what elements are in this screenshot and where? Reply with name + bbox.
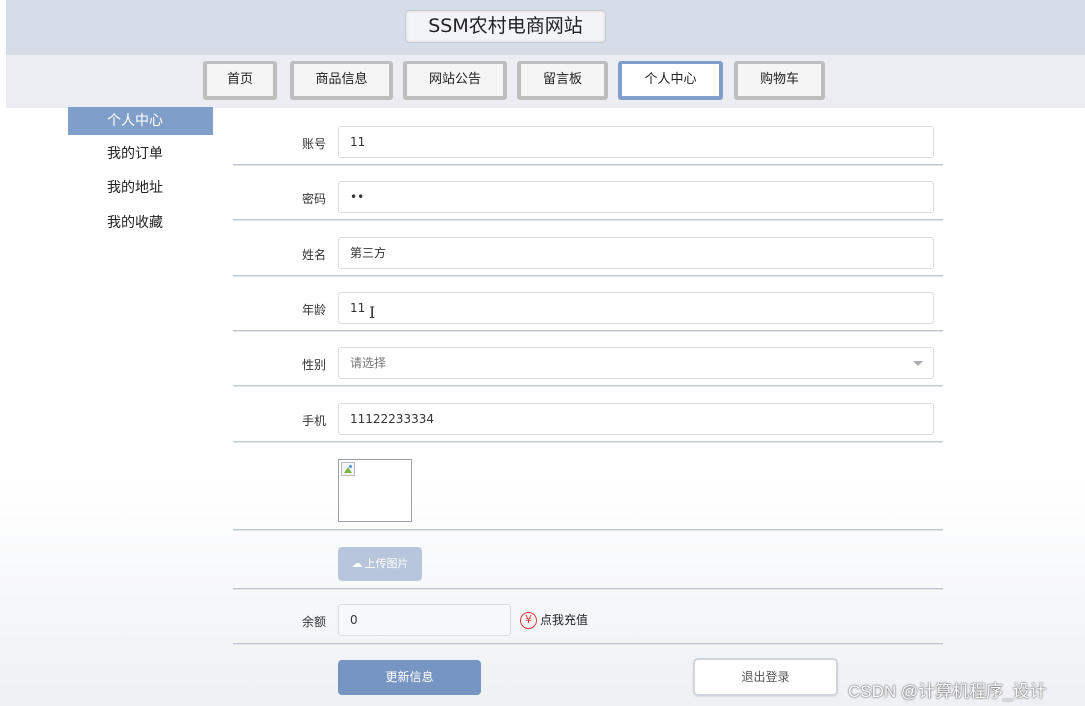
sidebar-item-my-addresses[interactable]: 我的地址 <box>68 174 213 202</box>
password-input[interactable]: •• <box>338 181 934 213</box>
recharge-label: 点我充值 <box>540 613 589 627</box>
text-cursor-icon: I <box>369 303 376 322</box>
row-divider <box>233 529 943 530</box>
tab-home[interactable]: 首页 <box>203 61 277 100</box>
gender-select[interactable]: 请选择 <box>338 347 934 379</box>
chevron-down-icon <box>913 361 923 366</box>
tab-cart[interactable]: 购物车 <box>734 61 825 100</box>
phone-label: 手机 <box>301 414 326 428</box>
account-label: 账号 <box>301 137 326 151</box>
account-input[interactable]: 11 <box>338 126 934 158</box>
row-divider <box>233 219 943 220</box>
watermark: CSDN @计算机程序_设计 <box>848 682 1047 701</box>
yen-icon: ¥ <box>520 612 537 629</box>
row-divider <box>233 275 943 276</box>
broken-image-icon <box>341 462 355 476</box>
row-divider <box>233 330 943 331</box>
tab-message-board[interactable]: 留言板 <box>517 61 608 100</box>
balance-input: 0 <box>338 604 511 636</box>
sidebar-item-personal-center[interactable]: 个人中心 <box>68 107 213 135</box>
phone-input[interactable]: 11122233334 <box>338 403 934 435</box>
row-divider <box>233 385 943 386</box>
avatar-image <box>338 459 412 522</box>
age-input[interactable]: 11 <box>338 292 934 324</box>
row-divider <box>233 643 943 644</box>
recharge-link[interactable]: ¥ 点我充值 <box>520 611 588 629</box>
gender-label: 性别 <box>301 358 326 372</box>
upload-image-button[interactable]: ☁ 上传图片 <box>338 547 422 581</box>
update-info-button[interactable]: 更新信息 <box>338 660 481 695</box>
row-divider <box>233 588 943 589</box>
sidebar-item-my-orders[interactable]: 我的订单 <box>68 140 213 168</box>
logout-button[interactable]: 退出登录 <box>693 658 838 696</box>
row-divider <box>233 164 943 165</box>
name-input[interactable]: 第三方 <box>338 237 934 269</box>
balance-label: 余额 <box>301 615 326 629</box>
sidebar-item-my-favorites[interactable]: 我的收藏 <box>68 209 213 237</box>
tab-personal-center[interactable]: 个人中心 <box>618 61 723 100</box>
tab-products[interactable]: 商品信息 <box>290 61 393 100</box>
gender-select-placeholder: 请选择 <box>350 356 387 370</box>
upload-image-label: 上传图片 <box>364 557 409 570</box>
tab-announcements[interactable]: 网站公告 <box>403 61 507 100</box>
cloud-upload-icon: ☁ <box>351 557 363 570</box>
name-label: 姓名 <box>301 248 326 262</box>
password-label: 密码 <box>301 192 326 206</box>
site-title: SSM农村电商网站 <box>405 10 606 43</box>
row-divider <box>233 441 943 442</box>
age-label: 年龄 <box>301 303 326 317</box>
